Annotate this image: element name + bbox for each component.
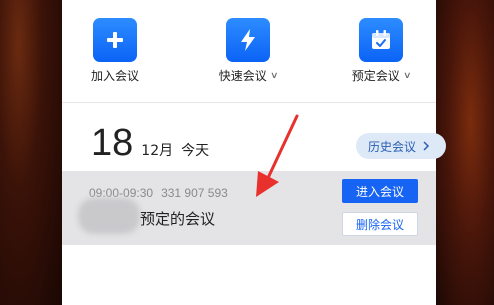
background-right [436, 0, 494, 305]
meeting-panel: 加入会议 快速会议 ∨ 预定会议 ∨ 18 12月 今天 历史会议 09:00-… [62, 0, 446, 305]
join-meeting-label: 加入会议 [90, 69, 139, 83]
join-meeting-tile[interactable] [93, 18, 137, 62]
schedule-meeting-tile[interactable] [359, 18, 403, 62]
schedule-meeting-label: 预定会议 [351, 69, 400, 83]
quick-meeting-tile[interactable] [226, 18, 270, 62]
quick-meeting-label: 快速会议 [218, 69, 267, 83]
history-meetings-label: 历史会议 [368, 139, 417, 154]
lightning-icon [241, 29, 255, 51]
date-weekday: 今天 [181, 143, 210, 159]
join-meeting-button[interactable]: 进入会议 [342, 179, 418, 203]
quick-meeting-action[interactable]: 快速会议 ∨ [203, 18, 293, 84]
date-day: 18 [91, 122, 134, 164]
chevron-down-icon[interactable]: ∨ [270, 71, 279, 81]
calendar-icon [372, 30, 390, 49]
plus-icon [107, 32, 123, 48]
join-meeting-action[interactable]: 加入会议 [70, 18, 160, 84]
meeting-item[interactable]: 09:00-09:30 331 907 593 预定的会议 进入会议 删除会议 [62, 171, 436, 245]
date-month: 12月 [141, 143, 174, 159]
blurred-avatar [78, 198, 140, 234]
background-left [0, 0, 62, 305]
schedule-meeting-action[interactable]: 预定会议 ∨ [336, 18, 426, 84]
meeting-id: 331 907 593 [161, 186, 228, 200]
meeting-title: 预定的会议 [140, 210, 216, 228]
delete-meeting-button[interactable]: 删除会议 [342, 212, 418, 236]
history-meetings-button[interactable]: 历史会议 [356, 133, 446, 159]
chevron-right-icon [423, 141, 430, 151]
chevron-down-icon[interactable]: ∨ [403, 71, 412, 81]
divider [62, 102, 436, 103]
date-header: 18 12月 今天 [91, 124, 209, 162]
